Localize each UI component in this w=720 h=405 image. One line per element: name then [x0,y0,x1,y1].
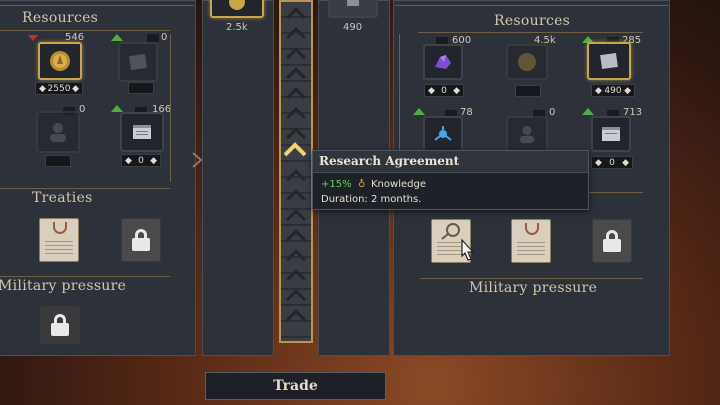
decrease-arrow-icon [28,35,38,41]
stone-block-icon [600,52,618,70]
treaty-text-lines [45,241,73,257]
right-military-title: Military pressure [469,280,598,296]
person-silhouette-icon [50,123,66,142]
crystal-resource-slot[interactable] [423,44,463,80]
right-gold-resource-slot[interactable] [506,44,548,80]
stepper-left-icon[interactable]: ◆ [595,158,602,168]
padlock-icon [51,314,69,336]
offered-gold-slot[interactable] [210,0,264,18]
tooltip-bonus-target: Knowledge [371,179,426,190]
purple-crystal-icon [435,55,451,69]
left-resources-divider [0,30,170,31]
left-treaties-divider [0,188,170,189]
gold-coin-icon [229,0,245,10]
left-gold-stepper[interactable]: ◆ 2550 ◆ [35,82,83,95]
tooltip-header: Research Agreement [313,151,588,173]
gold-coin-icon [50,51,70,71]
treaty-crest-icon [53,222,67,234]
stepper-left-icon[interactable]: ◆ [39,84,46,94]
increase-arrow-icon [413,108,425,115]
right-military-divider [420,278,643,279]
left-military-divider [0,276,170,277]
tooltip-duration: Duration: 2 months. [321,194,422,205]
increase-arrow-icon [582,108,594,115]
offered-gold-amount: 2.5k [226,22,248,33]
stone-block-icon [347,0,359,6]
trade-button[interactable]: Trade [205,372,386,400]
knowledge-icon: ♁ [358,179,366,190]
trade-balance-bar [279,0,313,343]
right-gold-stepper-blank [515,85,541,97]
treaty-card-right-2[interactable] [511,219,551,263]
document-resource-slot[interactable] [120,112,164,152]
person-silhouette-icon [519,125,535,144]
right-population-resource-slot[interactable] [506,116,548,152]
treaty-crest-icon [525,223,539,235]
stepper-right-icon[interactable]: ◆ [72,84,79,94]
stepper-right-icon[interactable]: ◆ [622,158,629,168]
right-document-stepper[interactable]: ◆ 0 ◆ [591,156,633,169]
scroll-document-icon [133,125,151,139]
right-r2-s2-count: 0 [549,107,556,118]
stepper-left-icon[interactable]: ◆ [125,156,132,166]
left-population-stepper-blank [45,155,71,167]
left-resources-title: Resources [22,10,99,26]
stone-resource-slot[interactable] [118,42,158,82]
right-resources-title: Resources [494,13,571,29]
left-military-title: Military pressure [0,278,127,294]
treaty-card-left-1[interactable] [39,218,79,262]
stepper-right-icon[interactable]: ◆ [453,86,460,96]
locked-treaty-right[interactable] [592,219,632,263]
requested-stone-slot[interactable] [328,0,378,18]
left-r1-s2-count: 0 [161,32,168,43]
left-vertical-rule [170,34,171,182]
left-document-stepper[interactable]: ◆ 0 ◆ [121,154,161,167]
gold-coin-icon [518,53,536,71]
locked-military-left[interactable] [40,306,80,344]
mouse-cursor-icon [456,238,478,264]
increase-arrow-icon [111,34,123,41]
requested-stone-amount: 490 [343,22,363,33]
locked-treaty-left[interactable] [121,218,161,262]
right-document-resource-slot[interactable] [591,116,631,152]
resource-tag [147,34,159,42]
padlock-icon [132,229,150,251]
right-stone-stepper[interactable]: ◆ 490 ◆ [591,84,635,97]
center-left-column [202,0,274,356]
research-agreement-tooltip: Research Agreement +15% ♁ Knowledge Dura… [312,150,589,210]
science-resource-slot[interactable] [423,116,463,152]
population-resource-slot[interactable] [36,111,80,153]
tooltip-bonus: +15% [321,179,352,190]
stone-block-icon [129,53,147,71]
treaty-text-lines [517,242,545,258]
gold-resource-slot[interactable] [38,42,82,80]
left-treaties-title: Treaties [32,190,93,206]
scroll-document-icon [602,127,620,141]
tooltip-title: Research Agreement [319,154,460,168]
padlock-icon [603,230,621,252]
left-top-rule [0,5,194,6]
stepper-right-icon[interactable]: ◆ [150,156,157,166]
left-trade-panel [0,0,196,356]
right-resources-divider [418,32,643,33]
stepper-left-icon[interactable]: ◆ [428,86,435,96]
stepper-right-icon[interactable]: ◆ [624,86,631,96]
increase-arrow-icon [111,105,123,112]
stepper-left-icon[interactable]: ◆ [595,86,602,96]
right-crystal-stepper[interactable]: ◆ 0 ◆ [424,84,464,97]
right-top-rule [395,5,668,6]
left-stone-stepper-blank [128,82,154,94]
balance-marker-icon [283,140,307,158]
science-atom-icon [434,126,452,141]
right-stone-resource-slot[interactable] [587,42,631,80]
